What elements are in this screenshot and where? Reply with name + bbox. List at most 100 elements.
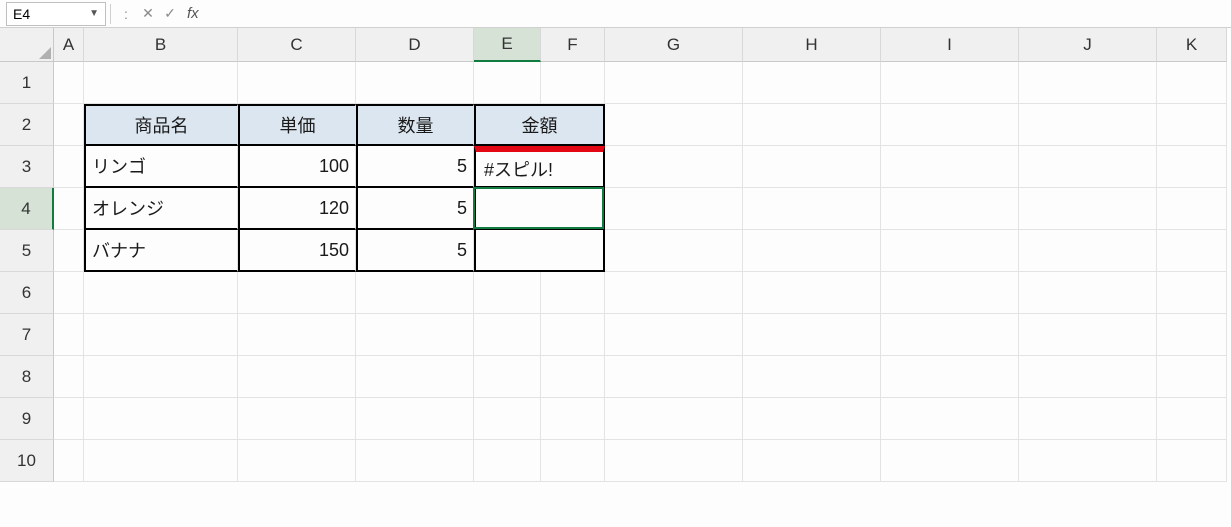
cell-J3[interactable] (1019, 146, 1157, 188)
cell-H10[interactable] (743, 440, 881, 482)
cell-I6[interactable] (881, 272, 1019, 314)
cell-G4[interactable] (605, 188, 743, 230)
cell-G1[interactable] (605, 62, 743, 104)
col-header-G[interactable]: G (605, 28, 743, 62)
row-header-1[interactable]: 1 (0, 62, 54, 104)
cell-D9[interactable] (356, 398, 474, 440)
cell-A1[interactable] (54, 62, 84, 104)
cell-H2[interactable] (743, 104, 881, 146)
name-box[interactable]: E4 ▼ (6, 2, 106, 26)
row-header-7[interactable]: 7 (0, 314, 54, 356)
select-all-corner[interactable] (0, 28, 54, 62)
col-header-I[interactable]: I (881, 28, 1019, 62)
cell-H5[interactable] (743, 230, 881, 272)
cell-G3[interactable] (605, 146, 743, 188)
cell-I7[interactable] (881, 314, 1019, 356)
cell-B2-header[interactable]: 商品名 (84, 104, 238, 146)
cell-K6[interactable] (1157, 272, 1227, 314)
fx-icon[interactable]: fx (187, 5, 199, 22)
cell-K1[interactable] (1157, 62, 1227, 104)
cell-F10[interactable] (541, 440, 605, 482)
cell-I9[interactable] (881, 398, 1019, 440)
cell-D4[interactable]: 5 (356, 188, 474, 230)
cell-K5[interactable] (1157, 230, 1227, 272)
cell-I8[interactable] (881, 356, 1019, 398)
cell-D1[interactable] (356, 62, 474, 104)
cell-K4[interactable] (1157, 188, 1227, 230)
cell-EF3-spill-error[interactable]: #スピル! (474, 146, 605, 188)
cell-A8[interactable] (54, 356, 84, 398)
cell-C5[interactable]: 150 (238, 230, 356, 272)
cell-K8[interactable] (1157, 356, 1227, 398)
cell-B9[interactable] (84, 398, 238, 440)
cell-D5[interactable]: 5 (356, 230, 474, 272)
cell-A10[interactable] (54, 440, 84, 482)
enter-icon[interactable]: ✓ (159, 5, 181, 22)
cell-H6[interactable] (743, 272, 881, 314)
cell-F6[interactable] (541, 272, 605, 314)
cancel-icon[interactable]: ✕ (137, 5, 159, 22)
cell-C10[interactable] (238, 440, 356, 482)
cell-D3[interactable]: 5 (356, 146, 474, 188)
cell-A9[interactable] (54, 398, 84, 440)
col-header-E[interactable]: E (474, 28, 541, 62)
cell-A3[interactable] (54, 146, 84, 188)
row-header-10[interactable]: 10 (0, 440, 54, 482)
cell-K9[interactable] (1157, 398, 1227, 440)
cell-H4[interactable] (743, 188, 881, 230)
row-header-8[interactable]: 8 (0, 356, 54, 398)
col-header-K[interactable]: K (1157, 28, 1227, 62)
cell-EF5[interactable] (474, 230, 605, 272)
col-header-D[interactable]: D (356, 28, 474, 62)
cell-E7[interactable] (474, 314, 541, 356)
cell-C9[interactable] (238, 398, 356, 440)
cell-B4[interactable]: オレンジ (84, 188, 238, 230)
row-header-2[interactable]: 2 (0, 104, 54, 146)
cell-G9[interactable] (605, 398, 743, 440)
cell-F7[interactable] (541, 314, 605, 356)
cell-D6[interactable] (356, 272, 474, 314)
cell-E9[interactable] (474, 398, 541, 440)
cell-I4[interactable] (881, 188, 1019, 230)
cell-K7[interactable] (1157, 314, 1227, 356)
cell-B10[interactable] (84, 440, 238, 482)
cell-E8[interactable] (474, 356, 541, 398)
cell-D2-header[interactable]: 数量 (356, 104, 474, 146)
cell-D7[interactable] (356, 314, 474, 356)
cell-B5[interactable]: バナナ (84, 230, 238, 272)
col-header-C[interactable]: C (238, 28, 356, 62)
cell-G7[interactable] (605, 314, 743, 356)
cell-I10[interactable] (881, 440, 1019, 482)
formula-input[interactable] (205, 0, 1231, 27)
cell-C1[interactable] (238, 62, 356, 104)
row-header-4[interactable]: 4 (0, 188, 54, 230)
cell-H7[interactable] (743, 314, 881, 356)
cell-EF2-header[interactable]: 金額 (474, 104, 605, 146)
cell-G5[interactable] (605, 230, 743, 272)
cell-J1[interactable] (1019, 62, 1157, 104)
cell-J4[interactable] (1019, 188, 1157, 230)
cell-EF4[interactable] (474, 188, 605, 230)
cell-D10[interactable] (356, 440, 474, 482)
col-header-B[interactable]: B (84, 28, 238, 62)
cell-F9[interactable] (541, 398, 605, 440)
cell-J9[interactable] (1019, 398, 1157, 440)
cell-D8[interactable] (356, 356, 474, 398)
cell-J7[interactable] (1019, 314, 1157, 356)
cell-H8[interactable] (743, 356, 881, 398)
cell-B7[interactable] (84, 314, 238, 356)
cell-H1[interactable] (743, 62, 881, 104)
cell-K10[interactable] (1157, 440, 1227, 482)
col-header-F[interactable]: F (541, 28, 605, 62)
cell-C2-header[interactable]: 単価 (238, 104, 356, 146)
cell-E6[interactable] (474, 272, 541, 314)
cell-B3[interactable]: リンゴ (84, 146, 238, 188)
cell-J10[interactable] (1019, 440, 1157, 482)
cell-A2[interactable] (54, 104, 84, 146)
cell-B1[interactable] (84, 62, 238, 104)
cell-I5[interactable] (881, 230, 1019, 272)
cell-F1[interactable] (541, 62, 605, 104)
cell-G8[interactable] (605, 356, 743, 398)
cell-E1[interactable] (474, 62, 541, 104)
cell-J2[interactable] (1019, 104, 1157, 146)
